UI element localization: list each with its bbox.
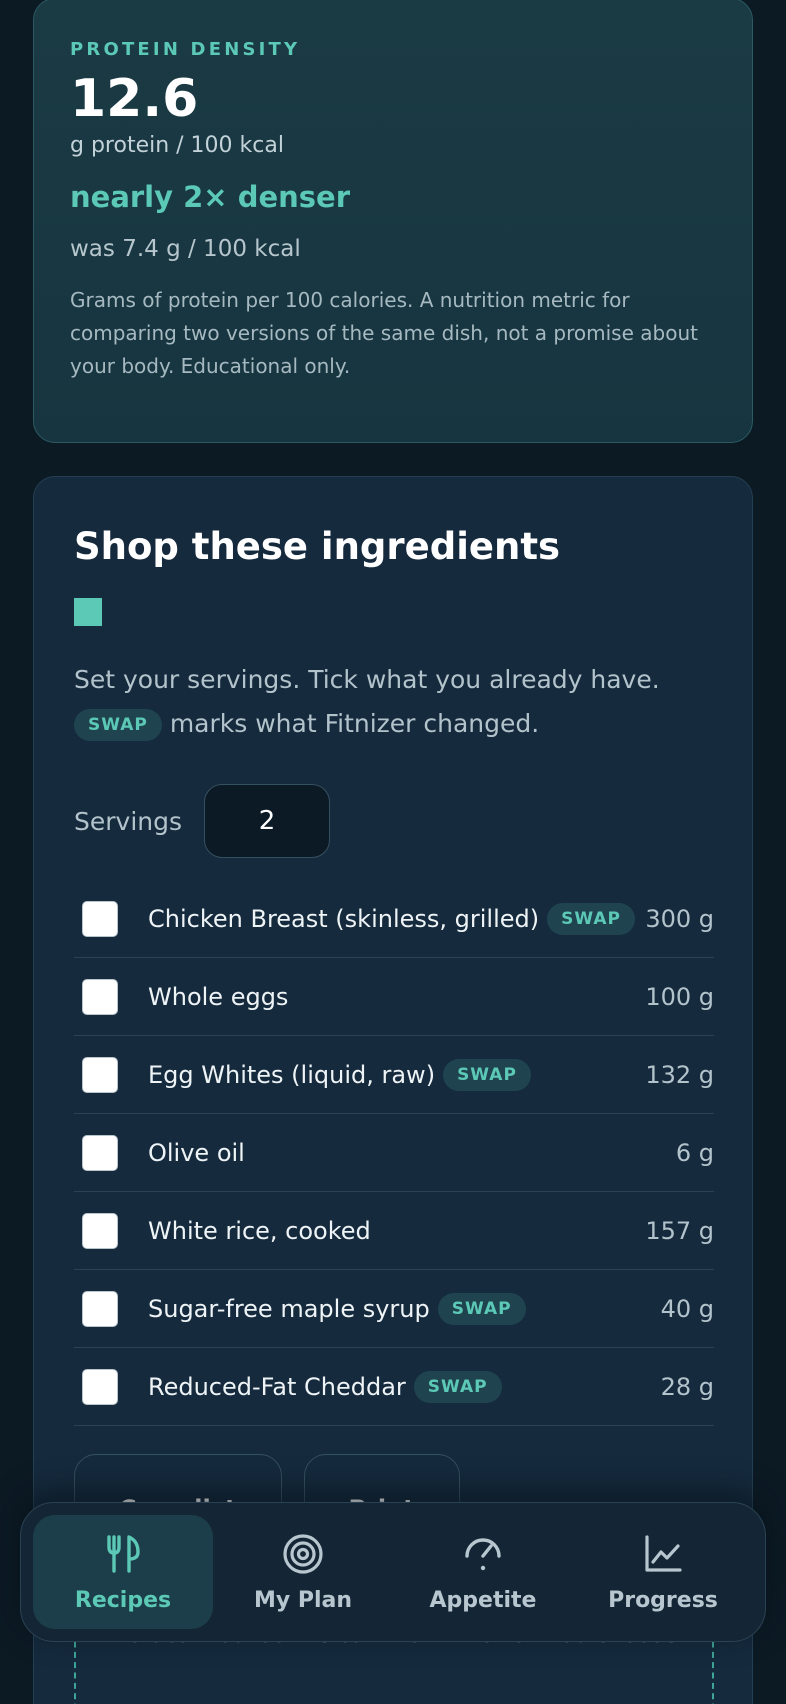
density-comparison: nearly 2× denser <box>70 179 351 214</box>
ingredient-checkbox[interactable] <box>82 1368 118 1405</box>
shop-desc-line2: marks what Fitnizer changed. <box>169 709 540 738</box>
ingredient-checkbox[interactable] <box>82 900 118 937</box>
nav-label-appetite: Appetite <box>429 1587 537 1613</box>
ingredient-quantity: 132 g <box>645 1060 714 1089</box>
ingredient-name: Whole eggs <box>148 982 289 1011</box>
ingredient-quantity: 100 g <box>645 982 714 1011</box>
ingredient-quantity: 157 g <box>645 1216 714 1245</box>
nav-item-recipes[interactable]: Recipes <box>33 1515 213 1629</box>
swap-badge: SWAP <box>443 1058 531 1091</box>
ingredient-row: Whole eggs 100 g <box>74 958 714 1036</box>
ingredient-checkbox[interactable] <box>82 1134 118 1171</box>
shop-desc-line1: Set your servings. Tick what you already… <box>74 665 660 694</box>
nav-label-recipes: Recipes <box>74 1587 172 1613</box>
ingredient-row: Chicken Breast (skinless, grilled) SWAP … <box>74 880 714 958</box>
ingredient-checkbox[interactable] <box>82 1290 118 1327</box>
utensils-icon <box>107 1534 140 1573</box>
nav-item-appetite[interactable]: Appetite <box>393 1515 573 1629</box>
page: PROTEIN DENSITY 12.6 g protein / 100 kca… <box>0 0 786 1704</box>
ingredient-row: Olive oil 6 g <box>74 1114 714 1192</box>
ingredient-name: Olive oil <box>148 1138 245 1167</box>
bottom-nav: Recipes My Plan Appetite Progress <box>20 1502 766 1642</box>
nav-label-progress: Progress <box>608 1587 718 1613</box>
servings-row: Servings <box>74 784 712 858</box>
ingredient-list: Chicken Breast (skinless, grilled) SWAP … <box>74 880 714 1426</box>
ingredient-name: Reduced-Fat Cheddar <box>148 1372 406 1401</box>
ingredient-quantity: 40 g <box>660 1294 714 1323</box>
ingredient-name: Chicken Breast (skinless, grilled) <box>148 904 540 933</box>
nav-item-progress[interactable]: Progress <box>573 1515 753 1629</box>
ingredient-row: Egg Whites (liquid, raw) SWAP 132 g <box>74 1036 714 1114</box>
nav-label-my-plan: My Plan <box>253 1587 353 1613</box>
shop-title: Shop these ingredients <box>74 525 561 568</box>
servings-input[interactable] <box>204 784 331 858</box>
ingredient-quantity: 6 g <box>675 1138 714 1167</box>
density-note: Grams of protein per 100 calories. A nut… <box>70 287 698 378</box>
ingredient-row: White rice, cooked 157 g <box>74 1192 714 1270</box>
ingredient-checkbox[interactable] <box>82 1212 118 1249</box>
swap-badge: SWAP <box>74 709 162 741</box>
protein-density-card: PROTEIN DENSITY 12.6 g protein / 100 kca… <box>33 0 753 443</box>
ingredient-checkbox[interactable] <box>82 1056 118 1093</box>
density-eyebrow: PROTEIN DENSITY <box>70 39 301 60</box>
swap-badge: SWAP <box>413 1370 502 1403</box>
shop-description: Set your servings. Tick what you already… <box>74 658 712 746</box>
gauge-icon <box>465 1537 501 1570</box>
accent-square <box>74 598 102 626</box>
ingredient-quantity: 28 g <box>660 1372 714 1401</box>
ingredient-name: Sugar-free maple syrup <box>148 1294 430 1323</box>
ingredient-row: Sugar-free maple syrup SWAP 40 g <box>74 1270 714 1348</box>
ingredient-quantity: 300 g <box>645 904 714 933</box>
density-unit: g protein / 100 kcal <box>70 132 284 158</box>
ingredient-checkbox[interactable] <box>82 978 118 1015</box>
servings-label: Servings <box>74 806 183 836</box>
target-icon <box>283 1533 323 1574</box>
swap-badge: SWAP <box>437 1292 526 1325</box>
nav-item-my-plan[interactable]: My Plan <box>213 1515 393 1629</box>
ingredient-row: Reduced-Fat Cheddar SWAP 28 g <box>74 1348 714 1426</box>
ingredient-name: Egg Whites (liquid, raw) <box>148 1060 436 1089</box>
ingredient-name: White rice, cooked <box>148 1216 371 1245</box>
chart-line-icon <box>645 1534 682 1572</box>
swap-badge: SWAP <box>547 902 635 935</box>
density-previous: was 7.4 g / 100 kcal <box>70 235 301 262</box>
density-value: 12.6 <box>70 69 199 129</box>
